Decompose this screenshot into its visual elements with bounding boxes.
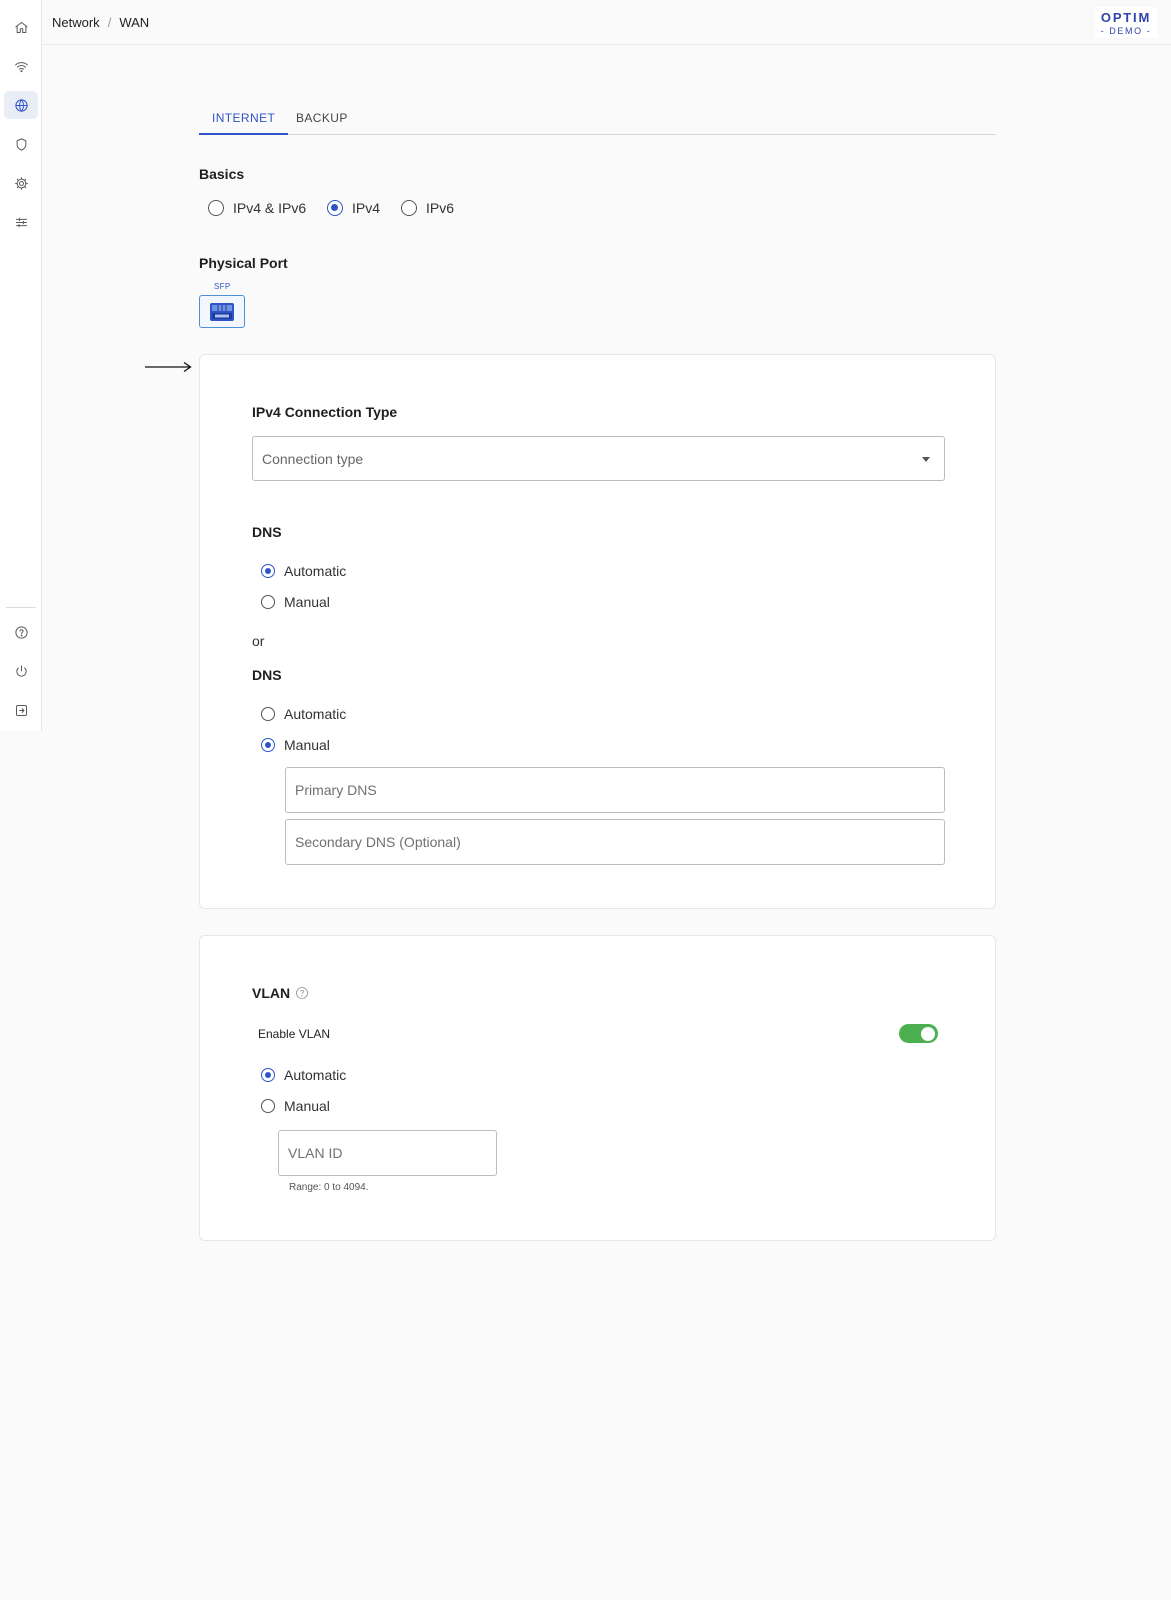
or-text: or	[252, 633, 265, 649]
dns2-automatic-radio[interactable]: Automatic	[261, 706, 346, 722]
radio-button[interactable]	[401, 200, 417, 216]
logo-line1: OPTIM	[1100, 10, 1152, 25]
radio-button[interactable]	[261, 1099, 275, 1113]
radio-button[interactable]	[208, 200, 224, 216]
dns-title-2: DNS	[252, 667, 282, 683]
radio-button[interactable]	[261, 738, 275, 752]
radio-button[interactable]	[261, 707, 275, 721]
ipv4-connection-type-title: IPv4 Connection Type	[252, 404, 398, 420]
radio-ipv4-ipv6[interactable]: IPv4 & IPv6	[208, 200, 306, 216]
gear-icon[interactable]	[4, 169, 38, 197]
breadcrumb-network[interactable]: Network	[52, 15, 100, 30]
dns-title-1: DNS	[252, 524, 282, 540]
enable-vlan-label: Enable VLAN	[258, 1027, 331, 1041]
header: Network / WAN OPTIM - DEMO -	[43, 0, 1171, 45]
vlan-id-input[interactable]	[278, 1130, 497, 1176]
wifi-icon[interactable]	[4, 52, 38, 80]
connection-type-select[interactable]: Connection type	[252, 436, 945, 481]
radio-label: Manual	[284, 1098, 330, 1114]
vlan-automatic-radio[interactable]: Automatic	[261, 1067, 346, 1083]
basics-title: Basics	[199, 166, 245, 182]
vlan-range-hint: Range: 0 to 4094.	[289, 1182, 369, 1193]
radio-label: Automatic	[284, 706, 347, 722]
enable-vlan-toggle[interactable]	[899, 1024, 938, 1043]
ipv4-settings-card: IPv4 Connection Type Connection type DNS…	[199, 354, 996, 909]
tab-backup[interactable]: BACKUP	[296, 111, 348, 135]
arrow-right-icon	[145, 361, 192, 373]
sfp-port-button[interactable]	[199, 295, 245, 328]
dns1-automatic-radio[interactable]: Automatic	[261, 563, 346, 579]
radio-label: Automatic	[284, 1067, 347, 1083]
radio-label: Manual	[284, 737, 330, 753]
sidebar	[0, 0, 42, 731]
tab-internet[interactable]: INTERNET	[199, 111, 289, 135]
sidebar-divider	[6, 607, 36, 608]
radio-button[interactable]	[261, 595, 275, 609]
help-circle-icon[interactable]	[295, 986, 309, 1005]
home-icon[interactable]	[4, 13, 38, 41]
breadcrumb: Network / WAN	[52, 15, 149, 30]
tab-bar: INTERNET BACKUP	[199, 108, 996, 135]
primary-dns-input[interactable]	[285, 767, 945, 813]
physical-port-title: Physical Port	[199, 255, 288, 271]
radio-label: IPv4 & IPv6	[233, 200, 307, 216]
dns2-manual-radio[interactable]: Manual	[261, 737, 330, 753]
help-icon[interactable]	[4, 618, 38, 646]
vlan-manual-radio[interactable]: Manual	[261, 1098, 330, 1114]
logo-line2: - DEMO -	[1100, 26, 1152, 36]
radio-label: Manual	[284, 594, 330, 610]
shield-icon[interactable]	[4, 130, 38, 158]
port-label: SFP	[214, 282, 231, 291]
ethernet-port-icon	[210, 302, 234, 321]
select-placeholder: Connection type	[262, 451, 364, 467]
secondary-dns-input[interactable]	[285, 819, 945, 865]
optim-demo-logo: OPTIM - DEMO -	[1095, 7, 1157, 38]
dns1-manual-radio[interactable]: Manual	[261, 594, 330, 610]
vlan-title: VLAN	[252, 985, 291, 1001]
globe-icon[interactable]	[4, 91, 38, 119]
radio-ipv6[interactable]: IPv6	[401, 200, 454, 216]
radio-label: IPv4	[352, 200, 381, 216]
breadcrumb-separator: /	[107, 15, 112, 30]
radio-button[interactable]	[327, 200, 343, 216]
radio-button[interactable]	[261, 1068, 275, 1082]
logout-icon[interactable]	[4, 696, 38, 724]
caret-down-icon	[922, 457, 930, 462]
radio-label: IPv6	[426, 200, 455, 216]
vlan-settings-card: VLAN Enable VLAN Automatic Manual Range:…	[199, 935, 996, 1241]
sliders-icon[interactable]	[4, 208, 38, 236]
breadcrumb-wan: WAN	[119, 15, 150, 30]
radio-button[interactable]	[261, 564, 275, 578]
radio-label: Automatic	[284, 563, 347, 579]
power-icon[interactable]	[4, 657, 38, 685]
radio-ipv4[interactable]: IPv4	[327, 200, 380, 216]
